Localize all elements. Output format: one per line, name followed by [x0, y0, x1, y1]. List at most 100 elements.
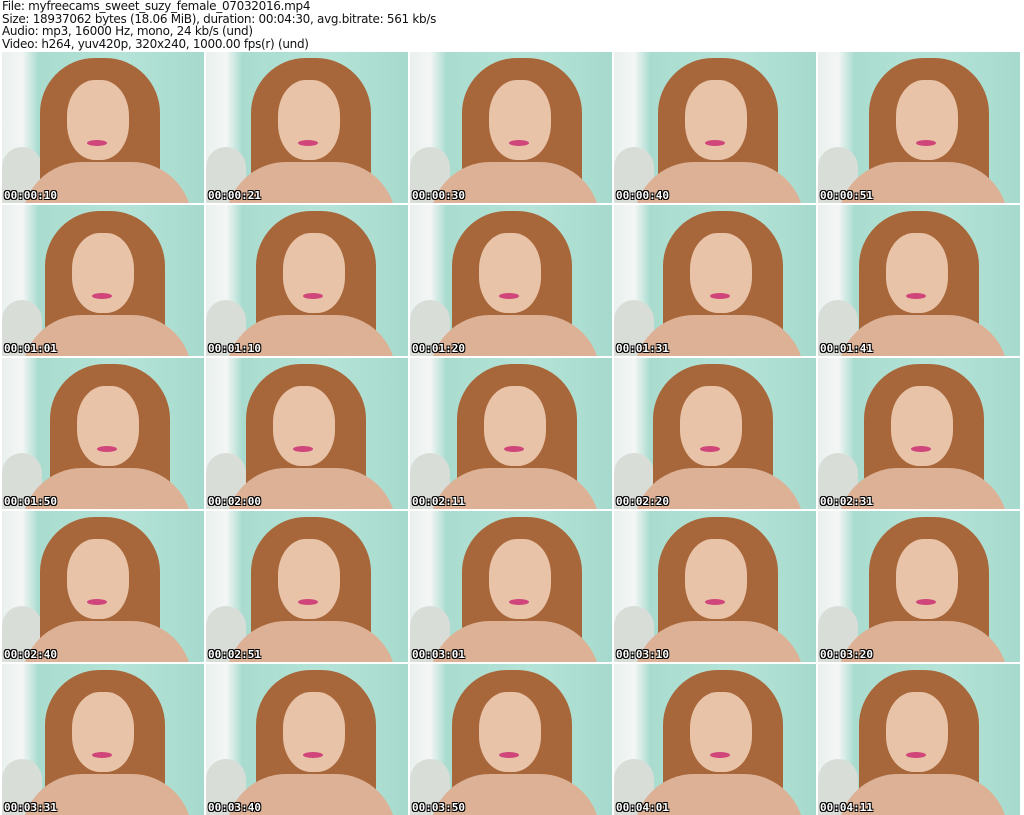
- timestamp: 00:04:01: [616, 801, 669, 814]
- face: [896, 539, 958, 619]
- video-thumbnail: 00:02:31: [818, 358, 1020, 509]
- lips: [509, 599, 529, 605]
- timestamp: 00:03:10: [616, 648, 669, 661]
- face: [479, 233, 541, 313]
- video-thumbnail: 00:00:40: [614, 52, 816, 203]
- face: [886, 233, 948, 313]
- video-thumbnail: 00:03:10: [614, 511, 816, 662]
- timestamp: 00:02:51: [208, 648, 261, 661]
- file-info: File: myfreecams_sweet_suzy_female_07032…: [2, 0, 436, 50]
- face: [690, 233, 752, 313]
- face: [479, 692, 541, 772]
- video-thumbnail: 00:04:01: [614, 664, 816, 815]
- video-thumbnail: 00:00:10: [2, 52, 204, 203]
- face: [72, 233, 134, 313]
- timestamp: 00:00:40: [616, 189, 669, 202]
- timestamp: 00:03:40: [208, 801, 261, 814]
- timestamp: 00:04:11: [820, 801, 873, 814]
- lips: [303, 293, 323, 299]
- lips: [705, 599, 725, 605]
- face: [680, 386, 742, 466]
- face: [283, 692, 345, 772]
- timestamp: 00:00:51: [820, 189, 873, 202]
- video-thumbnail: 00:04:11: [818, 664, 1020, 815]
- lips: [97, 446, 117, 452]
- timestamp: 00:02:40: [4, 648, 57, 661]
- timestamp: 00:01:50: [4, 495, 57, 508]
- lips: [92, 293, 112, 299]
- lips: [700, 446, 720, 452]
- lips: [911, 446, 931, 452]
- timestamp: 00:03:50: [412, 801, 465, 814]
- face: [278, 80, 340, 160]
- video-thumbnail: 00:01:20: [410, 205, 612, 356]
- lips: [916, 140, 936, 146]
- face: [886, 692, 948, 772]
- lips: [916, 599, 936, 605]
- timestamp: 00:03:20: [820, 648, 873, 661]
- lips: [906, 752, 926, 758]
- timestamp: 00:02:20: [616, 495, 669, 508]
- face: [690, 692, 752, 772]
- lips: [298, 599, 318, 605]
- lips: [504, 446, 524, 452]
- video-thumbnail: 00:03:40: [206, 664, 408, 815]
- video-thumbnail: 00:02:20: [614, 358, 816, 509]
- video-thumbnail: 00:02:00: [206, 358, 408, 509]
- video-thumbnail: 00:00:51: [818, 52, 1020, 203]
- face: [896, 80, 958, 160]
- video-thumbnail: 00:01:01: [2, 205, 204, 356]
- face: [489, 539, 551, 619]
- timestamp: 00:00:30: [412, 189, 465, 202]
- lips: [710, 752, 730, 758]
- timestamp: 00:03:01: [412, 648, 465, 661]
- video-thumbnail: 00:00:21: [206, 52, 408, 203]
- file-name: File: myfreecams_sweet_suzy_female_07032…: [2, 0, 311, 13]
- lips: [298, 140, 318, 146]
- face: [273, 386, 335, 466]
- video-info: Video: h264, yuv420p, 320x240, 1000.00 f…: [2, 36, 309, 51]
- lips: [303, 752, 323, 758]
- lips: [92, 752, 112, 758]
- video-thumbnail: 00:01:10: [206, 205, 408, 356]
- video-thumbnail: 00:01:41: [818, 205, 1020, 356]
- face: [278, 539, 340, 619]
- timestamp: 00:01:01: [4, 342, 57, 355]
- face: [484, 386, 546, 466]
- thumbnail-grid: 00:00:10 00:00:21 00:00:30 00:00:40 00:0…: [2, 52, 1020, 815]
- video-thumbnail: 00:03:50: [410, 664, 612, 815]
- timestamp: 00:00:21: [208, 189, 261, 202]
- video-thumbnail: 00:01:50: [2, 358, 204, 509]
- timestamp: 00:02:31: [820, 495, 873, 508]
- video-thumbnail: 00:00:30: [410, 52, 612, 203]
- video-thumbnail: 00:02:11: [410, 358, 612, 509]
- video-thumbnail: 00:01:31: [614, 205, 816, 356]
- face: [685, 80, 747, 160]
- face: [685, 539, 747, 619]
- video-thumbnail: 00:03:20: [818, 511, 1020, 662]
- lips: [705, 140, 725, 146]
- lips: [499, 752, 519, 758]
- face: [67, 80, 129, 160]
- lips: [87, 140, 107, 146]
- timestamp: 00:02:11: [412, 495, 465, 508]
- lips: [710, 293, 730, 299]
- lips: [509, 140, 529, 146]
- lips: [499, 293, 519, 299]
- face: [72, 692, 134, 772]
- timestamp: 00:00:10: [4, 189, 57, 202]
- video-thumbnail: 00:02:40: [2, 511, 204, 662]
- timestamp: 00:01:20: [412, 342, 465, 355]
- video-thumbnail: 00:03:31: [2, 664, 204, 815]
- face: [77, 386, 139, 466]
- timestamp: 00:01:31: [616, 342, 669, 355]
- face: [891, 386, 953, 466]
- lips: [906, 293, 926, 299]
- timestamp: 00:02:00: [208, 495, 261, 508]
- lips: [87, 599, 107, 605]
- face: [283, 233, 345, 313]
- lips: [293, 446, 313, 452]
- video-thumbnail: 00:03:01: [410, 511, 612, 662]
- timestamp: 00:03:31: [4, 801, 57, 814]
- face: [489, 80, 551, 160]
